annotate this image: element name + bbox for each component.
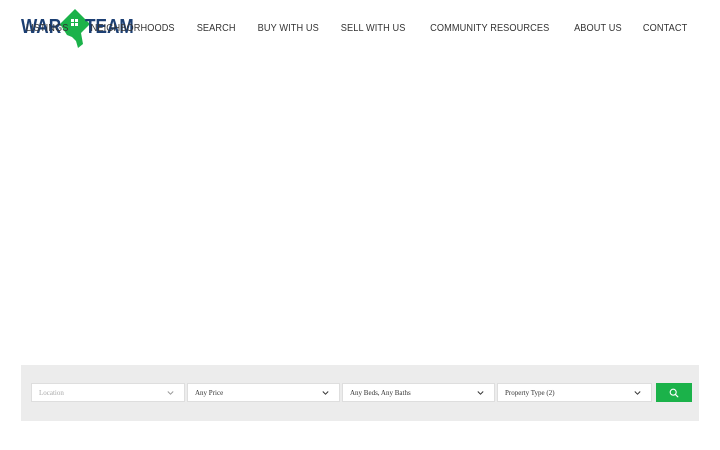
nav-item-sell-with-us[interactable]: SELL WITH US [341, 23, 406, 34]
main-nav: LISTINGS NEIGHBORHOODS SEARCH BUY WITH U… [7, 20, 689, 36]
chevron-down-icon [167, 391, 174, 395]
search-icon [669, 388, 679, 398]
search-panel: Any Price Any Beds, Any Baths Property T… [21, 365, 699, 421]
site-header: WAR TEAM LISTINGS NEIGHBORHOODS SEARCH B… [0, 0, 720, 56]
hero-area [0, 56, 720, 366]
nav-item-neighborhoods[interactable]: NEIGHBORHOODS [91, 23, 175, 34]
property-type-select[interactable]: Property Type (2) [497, 383, 652, 402]
price-select-value: Any Price [195, 389, 224, 397]
chevron-down-icon [634, 391, 641, 395]
chevron-down-icon [322, 391, 329, 395]
nav-item-community-resources[interactable]: COMMUNITY RESOURCES [431, 23, 550, 34]
nav-item-listings[interactable]: LISTINGS [26, 23, 69, 34]
nav-item-buy-with-us[interactable]: BUY WITH US [257, 23, 318, 34]
property-type-select-value: Property Type (2) [505, 389, 555, 397]
price-select[interactable]: Any Price [187, 383, 340, 402]
search-row: Any Price Any Beds, Any Baths Property T… [31, 383, 692, 402]
location-input[interactable] [32, 384, 184, 401]
nav-item-search[interactable]: SEARCH [197, 23, 236, 34]
chevron-down-icon [477, 391, 484, 395]
location-field[interactable] [31, 383, 185, 402]
beds-baths-select[interactable]: Any Beds, Any Baths [342, 383, 495, 402]
beds-baths-select-value: Any Beds, Any Baths [350, 389, 411, 397]
search-button[interactable] [656, 383, 692, 402]
nav-item-contact[interactable]: CONTACT [643, 23, 687, 34]
nav-item-about-us[interactable]: ABOUT US [574, 23, 622, 34]
